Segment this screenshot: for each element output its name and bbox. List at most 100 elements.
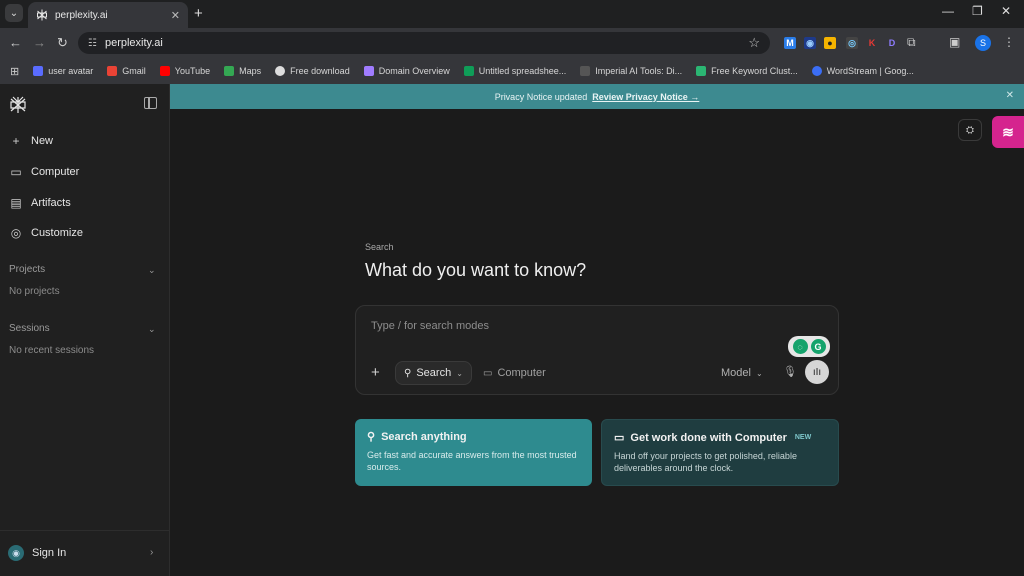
bookmark-item[interactable]: Free download xyxy=(275,66,350,76)
projects-section-title[interactable]: Projects xyxy=(9,264,45,275)
voice-mode-button[interactable]: ıIı xyxy=(805,360,829,384)
perplexity-logo-icon[interactable] xyxy=(9,96,27,114)
computer-mode-button[interactable]: ▭ Computer xyxy=(483,361,546,385)
side-panel-icon[interactable]: ▣ xyxy=(949,35,960,49)
incognito-icon[interactable]: ⛭ xyxy=(958,119,982,141)
bookmarks-bar: ⊞ user avatar Gmail YouTube Maps Free do… xyxy=(0,58,1024,84)
close-icon[interactable]: ✕ xyxy=(171,9,180,22)
card-title: Get work done with Computer xyxy=(630,431,787,444)
forward-icon[interactable]: → xyxy=(33,35,46,50)
sidebar-item-artifacts[interactable]: ▤ Artifacts xyxy=(9,196,70,210)
bookmark-item[interactable]: Maps xyxy=(224,66,261,76)
chevron-down-icon: ⌄ xyxy=(9,7,19,19)
review-privacy-link[interactable]: Review Privacy Notice → xyxy=(592,92,699,102)
extensions-puzzle-icon[interactable]: ⧉ xyxy=(907,35,916,50)
bookmark-item[interactable]: Free Keyword Clust... xyxy=(696,66,798,76)
minimize-icon[interactable]: — xyxy=(942,4,954,18)
chevron-down-icon[interactable]: ⌄ xyxy=(148,324,156,335)
promo-extension-icon[interactable]: ≋ xyxy=(992,116,1024,148)
privacy-notice-banner: Privacy Notice updated Review Privacy No… xyxy=(170,84,1024,109)
bookmark-item[interactable]: Untitled spreadshee... xyxy=(463,66,566,76)
bookmark-favicon-icon xyxy=(696,66,707,76)
search-anything-card[interactable]: ⚲ Search anything Get fast and accurate a… xyxy=(355,419,592,486)
projects-empty-text: No projects xyxy=(9,286,60,297)
globe-icon xyxy=(275,66,286,76)
notice-text: Privacy Notice updated xyxy=(494,91,588,102)
chevron-down-icon: ⌄ xyxy=(456,368,463,378)
bookmark-item[interactable]: YouTube xyxy=(159,66,210,76)
bookmark-item[interactable]: Domain Overview xyxy=(363,66,450,76)
restore-icon[interactable]: ❐ xyxy=(972,4,983,18)
new-badge: NEW xyxy=(794,434,812,441)
bookmark-item[interactable]: Imperial AI Tools: Di... xyxy=(580,66,682,76)
maps-icon xyxy=(224,66,235,76)
back-icon[interactable]: ← xyxy=(9,35,22,50)
sidebar-item-new[interactable]: + New xyxy=(9,134,53,148)
extension-icon[interactable]: K xyxy=(866,37,878,49)
chevron-down-icon[interactable]: ⌄ xyxy=(148,265,156,276)
close-icon[interactable]: ✕ xyxy=(1006,90,1014,101)
sessions-section-title[interactable]: Sessions xyxy=(9,323,50,334)
hero-label: Search xyxy=(365,242,394,252)
divider xyxy=(0,530,170,531)
search-icon: ⚲ xyxy=(367,431,376,443)
artifacts-icon: ▤ xyxy=(10,196,22,210)
sidebar-item-computer[interactable]: ▭ Computer xyxy=(9,165,79,179)
card-description: Get fast and accurate answers from the m… xyxy=(367,450,577,472)
bookmark-star-icon[interactable]: ☆ xyxy=(748,35,760,51)
sign-in-button[interactable]: ◉ Sign In xyxy=(8,545,66,561)
tab-search-button[interactable]: ⌄ xyxy=(5,4,23,22)
search-input[interactable]: Type / for search modes xyxy=(371,320,489,332)
tab-strip: ⌄ perplexity.ai ✕ + — ❐ ✕ xyxy=(0,0,1024,28)
bookmark-favicon-icon xyxy=(580,66,591,76)
extension-icon[interactable]: ◉ xyxy=(804,37,816,49)
grammarly-icon: G xyxy=(810,339,826,354)
main-content: Privacy Notice updated Review Privacy No… xyxy=(170,84,1024,576)
youtube-icon xyxy=(159,66,170,76)
search-icon: ⚲ xyxy=(404,367,412,379)
computer-card[interactable]: ▭ Get work done with Computer NEW Hand off… xyxy=(601,419,839,486)
profile-avatar[interactable]: S xyxy=(975,35,991,51)
collapse-sidebar-icon[interactable] xyxy=(144,97,157,109)
perplexity-favicon-icon xyxy=(37,9,47,21)
search-mode-button[interactable]: ⚲ Search ⌄ xyxy=(395,361,472,385)
computer-icon: ▭ xyxy=(10,165,22,179)
url-text: perplexity.ai xyxy=(104,37,163,49)
tab-title: perplexity.ai xyxy=(55,9,108,21)
bookmark-item[interactable]: Gmail xyxy=(107,66,146,76)
model-selector[interactable]: Model ⌄ xyxy=(721,367,763,379)
bookmark-favicon-icon xyxy=(811,66,822,76)
apps-grid-icon[interactable]: ⊞ xyxy=(10,65,19,78)
microphone-icon[interactable]: 🎙 xyxy=(783,365,797,378)
active-tab[interactable]: perplexity.ai ✕ xyxy=(28,2,188,28)
sidebar: + New ▭ Computer ▤ Artifacts ◎ Customize Pro… xyxy=(0,84,170,576)
site-info-icon[interactable]: ☷ xyxy=(88,38,97,49)
computer-icon: ▭ xyxy=(483,367,493,379)
window-close-icon[interactable]: ✕ xyxy=(1001,4,1011,18)
new-tab-button[interactable]: + xyxy=(194,5,203,22)
idea-bulb-icon: ◌ xyxy=(792,339,808,354)
reload-icon[interactable]: ↻ xyxy=(57,35,68,51)
chevron-down-icon: ⌄ xyxy=(755,368,763,378)
address-bar[interactable]: ☷ perplexity.ai ☆ xyxy=(78,32,770,54)
bookmark-item[interactable]: user avatar xyxy=(33,66,93,76)
customize-icon: ◎ xyxy=(10,226,22,240)
page-title: What do you want to know? xyxy=(365,260,587,280)
gmail-icon xyxy=(107,66,118,76)
extension-icon[interactable]: M xyxy=(784,37,796,49)
grammarly-widget[interactable]: ◌ G xyxy=(788,336,830,357)
plus-icon: + xyxy=(12,134,20,148)
bookmark-item[interactable]: WordStream | Goog... xyxy=(811,66,914,76)
extension-icon[interactable]: ◎ xyxy=(846,37,858,49)
extension-icon[interactable]: ● xyxy=(824,37,836,49)
chevron-right-icon[interactable]: › xyxy=(150,547,153,558)
kebab-menu-icon[interactable]: ⋮ xyxy=(1003,35,1015,49)
sessions-empty-text: No recent sessions xyxy=(9,345,95,356)
waveform-icon: ıIı xyxy=(812,366,822,378)
sidebar-item-customize[interactable]: ◎ Customize xyxy=(9,226,83,240)
search-composer[interactable]: Type / for search modes ◌ G + ⚲ Search ⌄… xyxy=(355,305,839,395)
extension-icon[interactable]: D xyxy=(886,37,898,49)
card-description: Hand off your projects to get polished, … xyxy=(614,451,797,473)
attach-plus-button[interactable]: + xyxy=(371,364,380,381)
computer-icon: ▭ xyxy=(614,432,625,444)
